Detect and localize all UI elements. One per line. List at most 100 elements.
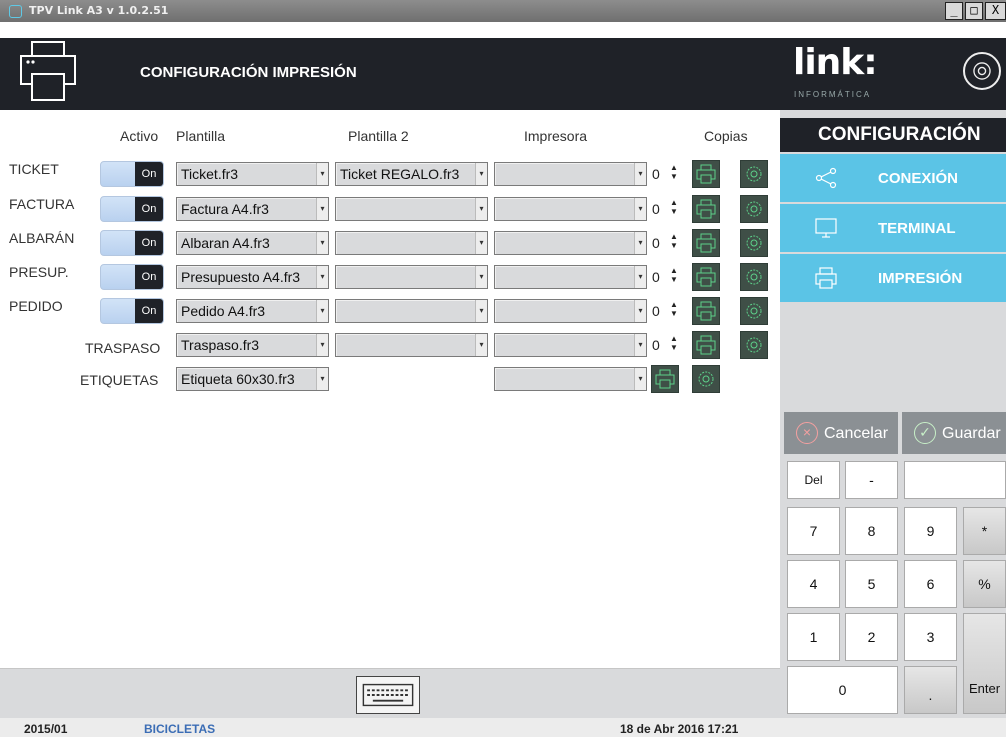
active-toggle[interactable]: On bbox=[100, 298, 164, 324]
template-value: Factura A4.fr3 bbox=[181, 201, 269, 217]
copies-stepper[interactable]: 0 ▲ ▼ bbox=[652, 265, 686, 289]
active-toggle[interactable]: On bbox=[100, 264, 164, 290]
printer-select[interactable]: ▾ bbox=[494, 299, 647, 323]
gear-icon bbox=[698, 371, 714, 387]
active-toggle[interactable]: On bbox=[100, 161, 164, 187]
template2-select[interactable]: ▾ bbox=[335, 333, 488, 357]
key-4[interactable]: 4 bbox=[787, 560, 840, 608]
keyboard-button[interactable] bbox=[356, 676, 420, 714]
template2-select[interactable]: ▾ bbox=[335, 197, 488, 221]
print-test-button[interactable] bbox=[651, 365, 679, 393]
gear-icon bbox=[746, 166, 762, 182]
key-2[interactable]: 2 bbox=[845, 613, 898, 661]
key-1[interactable]: 1 bbox=[787, 613, 840, 661]
printer-select[interactable]: ▾ bbox=[494, 162, 647, 186]
template-select[interactable]: Factura A4.fr3 ▾ bbox=[176, 197, 329, 221]
menu-item-terminal[interactable]: TERMINAL bbox=[780, 204, 1006, 252]
key-8[interactable]: 8 bbox=[845, 507, 898, 555]
template2-select[interactable]: Ticket REGALO.fr3 ▾ bbox=[335, 162, 488, 186]
printer-settings-button[interactable] bbox=[740, 263, 768, 291]
key-multiply[interactable]: * bbox=[963, 507, 1006, 555]
menu-item-impresion[interactable]: IMPRESIÓN bbox=[780, 254, 1006, 302]
col-header-printer: Impresora bbox=[524, 128, 588, 144]
template-select[interactable]: Traspaso.fr3 ▾ bbox=[176, 333, 329, 357]
maximize-button[interactable]: □ bbox=[965, 2, 983, 20]
stepper-arrows-icon[interactable]: ▲ ▼ bbox=[670, 266, 678, 284]
key-del[interactable]: Del bbox=[787, 461, 840, 499]
printer-settings-button[interactable] bbox=[740, 297, 768, 325]
copies-value: 0 bbox=[652, 303, 660, 319]
printer-settings-button[interactable] bbox=[740, 331, 768, 359]
printer-select[interactable]: ▾ bbox=[494, 367, 647, 391]
dropdown-arrow-icon: ▾ bbox=[634, 334, 646, 356]
printer-settings-button[interactable] bbox=[740, 160, 768, 188]
printer-settings-button[interactable] bbox=[740, 195, 768, 223]
dropdown-arrow-icon: ▾ bbox=[634, 163, 646, 185]
minimize-button[interactable]: _ bbox=[945, 2, 963, 20]
printer-select[interactable]: ▾ bbox=[494, 231, 647, 255]
dropdown-arrow-icon: ▾ bbox=[634, 368, 646, 390]
print-test-button[interactable] bbox=[692, 263, 720, 291]
stepper-arrows-icon[interactable]: ▲ ▼ bbox=[670, 232, 678, 250]
close-circle-icon: × bbox=[796, 422, 818, 444]
key-percent[interactable]: % bbox=[963, 560, 1006, 608]
printer-settings-button[interactable] bbox=[692, 365, 720, 393]
key-7[interactable]: 7 bbox=[787, 507, 840, 555]
keypad-display-input[interactable] bbox=[904, 461, 1006, 499]
print-test-button[interactable] bbox=[692, 229, 720, 257]
dropdown-arrow-icon: ▾ bbox=[475, 198, 487, 220]
settings-gear-icon[interactable] bbox=[963, 52, 1001, 90]
app-icon bbox=[9, 5, 22, 18]
menu-item-conexion[interactable]: CONEXIÓN bbox=[780, 154, 1006, 202]
key-9[interactable]: 9 bbox=[904, 507, 957, 555]
template-select[interactable]: Etiqueta 60x30.fr3 ▾ bbox=[176, 367, 329, 391]
printer-icon bbox=[655, 369, 675, 389]
template2-select[interactable]: ▾ bbox=[335, 265, 488, 289]
active-toggle[interactable]: On bbox=[100, 230, 164, 256]
keyboard-icon bbox=[362, 683, 414, 707]
menu-label: CONEXIÓN bbox=[878, 170, 959, 187]
printer-icon bbox=[696, 335, 716, 355]
col-header-template: Plantilla bbox=[176, 128, 226, 144]
dropdown-arrow-icon: ▾ bbox=[316, 266, 328, 288]
close-button[interactable]: X bbox=[985, 2, 1006, 20]
key-decimal[interactable]: . bbox=[904, 666, 957, 714]
status-datetime: 18 de Abr 2016 17:21 bbox=[620, 722, 739, 736]
stepper-arrows-icon[interactable]: ▲ ▼ bbox=[670, 163, 678, 181]
template2-select[interactable]: ▾ bbox=[335, 299, 488, 323]
template-select[interactable]: Ticket.fr3 ▾ bbox=[176, 162, 329, 186]
copies-stepper[interactable]: 0 ▲ ▼ bbox=[652, 162, 686, 186]
printer-select[interactable]: ▾ bbox=[494, 265, 647, 289]
template-select[interactable]: Presupuesto A4.fr3 ▾ bbox=[176, 265, 329, 289]
toggle-state: On bbox=[135, 231, 163, 255]
window-title: TPV Link A3 v 1.0.2.51 bbox=[29, 4, 169, 17]
copies-value: 0 bbox=[652, 201, 660, 217]
template-select[interactable]: Pedido A4.fr3 ▾ bbox=[176, 299, 329, 323]
copies-stepper[interactable]: 0 ▲ ▼ bbox=[652, 333, 686, 357]
copies-stepper[interactable]: 0 ▲ ▼ bbox=[652, 299, 686, 323]
key-enter[interactable]: Enter bbox=[963, 613, 1006, 714]
stepper-arrows-icon[interactable]: ▲ ▼ bbox=[670, 198, 678, 216]
copies-stepper[interactable]: 0 ▲ ▼ bbox=[652, 197, 686, 221]
save-button[interactable]: ✓ Guardar bbox=[902, 412, 1006, 454]
cancel-button[interactable]: × Cancelar bbox=[784, 412, 898, 454]
printer-settings-button[interactable] bbox=[740, 229, 768, 257]
printer-select[interactable]: ▾ bbox=[494, 197, 647, 221]
stepper-arrows-icon[interactable]: ▲ ▼ bbox=[670, 334, 678, 352]
copies-stepper[interactable]: 0 ▲ ▼ bbox=[652, 231, 686, 255]
print-test-button[interactable] bbox=[692, 195, 720, 223]
brand-subtitle: INFORMÁTICA bbox=[794, 90, 872, 99]
print-test-button[interactable] bbox=[692, 160, 720, 188]
key-minus[interactable]: - bbox=[845, 461, 898, 499]
template2-select[interactable]: ▾ bbox=[335, 231, 488, 255]
stepper-arrows-icon[interactable]: ▲ ▼ bbox=[670, 300, 678, 318]
active-toggle[interactable]: On bbox=[100, 196, 164, 222]
template-select[interactable]: Albaran A4.fr3 ▾ bbox=[176, 231, 329, 255]
printer-select[interactable]: ▾ bbox=[494, 333, 647, 357]
key-0[interactable]: 0 bbox=[787, 666, 898, 714]
key-6[interactable]: 6 bbox=[904, 560, 957, 608]
key-3[interactable]: 3 bbox=[904, 613, 957, 661]
key-5[interactable]: 5 bbox=[845, 560, 898, 608]
print-test-button[interactable] bbox=[692, 331, 720, 359]
print-test-button[interactable] bbox=[692, 297, 720, 325]
